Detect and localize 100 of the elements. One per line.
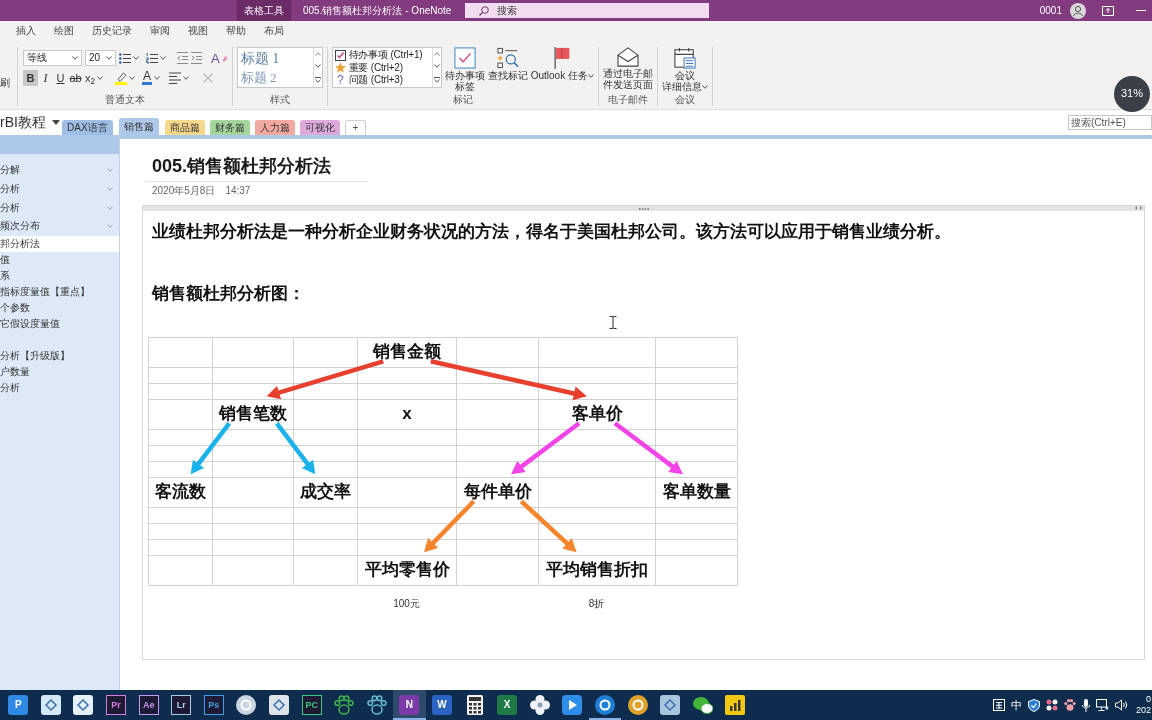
search-field[interactable]: 搜索 [465,3,710,18]
underline-button[interactable]: U [53,70,68,86]
monitor-icon[interactable] [1095,699,1109,711]
page-tab[interactable]: 系 [0,267,119,284]
font-select[interactable]: 等线 [23,50,82,66]
section-tab[interactable]: 财务篇 [209,120,250,135]
find-tags-button[interactable]: 查找标记 [487,47,528,93]
page-tab[interactable]: 分析 [0,379,119,396]
page-tab[interactable]: 指标度量值【重点】 [0,283,119,300]
shield-icon[interactable] [1027,698,1040,712]
add-section-tab[interactable]: + [344,120,367,135]
taskbar-button[interactable]: PC [295,690,328,720]
align-button[interactable] [169,70,190,86]
chevron-down-icon[interactable] [433,64,440,69]
ribbon-tab[interactable]: 布局 [263,21,285,43]
input-mode-label[interactable]: 中 [1010,699,1022,711]
tag-option[interactable]: ? 问题 (Ctrl+3) [334,74,430,86]
indent-icon[interactable] [191,52,202,64]
strikethrough-button[interactable]: ab [68,70,83,86]
page-tab[interactable]: 邦分析法 [0,235,119,252]
section-tab[interactable]: DAX语言 [62,120,113,135]
ribbon-tab[interactable]: 历史记录 [91,21,133,43]
email-page-button[interactable]: 通过电子邮 件发送页面 [602,47,653,93]
ribbon-tab[interactable]: 视图 [187,21,209,43]
taskbar-button[interactable]: Pr [99,690,133,720]
meeting-details-button[interactable]: 会议 详细信息 [661,47,708,93]
section-tab[interactable]: 人力篇 [254,120,295,135]
bullets-button[interactable] [119,50,139,66]
tag-option[interactable]: 待办事项 (Ctrl+1) [334,49,430,61]
ribbon-tab[interactable]: 帮助 [225,21,247,43]
double-arrow-icon[interactable] [1135,206,1142,210]
app-logo: W [432,695,452,715]
clock-time[interactable]: 0 [1146,694,1151,705]
section-tab[interactable]: 销售篇 [117,117,160,135]
taskbar-button[interactable]: Lr [164,690,198,720]
contextual-tab-label: 表格工具 [237,0,291,21]
window-title: 005.销售额杜邦分析法 - OneNote [303,4,452,17]
taskbar-button[interactable]: W [425,690,459,720]
taskbar-button[interactable]: N [393,690,426,720]
page-tab[interactable]: 分析 [0,198,119,218]
page-tab[interactable]: 分解 [0,161,119,180]
taskbar-button[interactable]: P [2,690,35,720]
bar-chevron-icon[interactable] [314,76,321,83]
table-cell: 客流数 [148,477,213,508]
note-text: 100元 [392,598,421,610]
drag-handle-icon[interactable] [638,207,649,210]
taskbar-button[interactable]: Ae [132,690,165,720]
page-title: 005.销售额杜邦分析法 [152,155,333,177]
ribbon-tab[interactable]: 绘图 [53,21,75,43]
dots-icon[interactable] [1045,699,1058,711]
notebook-dropdown[interactable]: rBI教程 [0,114,60,131]
avatar-icon[interactable] [1070,2,1086,19]
page-tab[interactable]: 值 [0,251,119,268]
page-tab[interactable]: 户数量 [0,363,119,380]
chevron-up-icon[interactable] [433,52,440,57]
page-tab[interactable]: 它假设度量值 [0,315,119,332]
table-cell: 平均销售折扣 [538,555,656,586]
box-arrow-icon[interactable] [1102,5,1114,16]
caret-icon [97,76,104,80]
note-text: 8折 [587,598,606,610]
paw-icon[interactable] [1063,699,1076,711]
section-tab[interactable]: 商品篇 [164,120,205,135]
font-color-button[interactable]: A [142,70,161,86]
page-tab[interactable]: 分析 [0,179,119,199]
taskbar-button[interactable]: X [490,690,524,720]
boxed-glyph-icon[interactable] [992,699,1005,711]
todo-tag-button[interactable]: 待办事项 标签 [444,47,485,93]
group-label: 普通文本 [104,93,147,106]
group-label: 样式 [268,93,291,106]
clipped-command-label[interactable]: 刷 [0,77,10,89]
table-cell: 平均零售价 [357,555,457,586]
tag-option[interactable]: 重要 (Ctrl+2) [334,61,430,74]
font-size-select[interactable]: 20 [85,50,116,66]
task-button[interactable]: Outlook 任务 [530,47,594,93]
search-field[interactable]: 搜索(Ctrl+E) [1068,115,1152,130]
bar-chevron-icon[interactable] [433,76,440,83]
page-time: 14:37 [225,185,251,197]
numbering-button[interactable] [146,50,166,66]
clear-formatting-button[interactable]: A [211,50,228,66]
highlight-button[interactable] [115,70,136,86]
speaker-icon[interactable] [1114,699,1128,711]
ribbon-tab[interactable]: 插入 [15,21,37,43]
taskbar-button[interactable]: Ps [197,690,231,720]
style-option[interactable]: 标题 1 [240,49,313,69]
ribbon-tab[interactable]: 审阅 [149,21,171,43]
italic-button[interactable]: I [38,70,53,86]
chevron-down-icon[interactable] [314,64,321,69]
bold-button[interactable]: B [23,70,38,86]
page-tab[interactable]: 个参数 [0,299,119,316]
subscript-button[interactable]: x$_{2}$ [83,70,106,86]
page-tab[interactable]: 分析【升级版】 [0,347,119,364]
chevron-up-icon[interactable] [314,52,321,57]
section-tab[interactable]: 可视化 [299,120,340,135]
align-icon [169,72,182,84]
microphone-icon[interactable] [1081,698,1090,712]
account-name[interactable]: 0001 [1039,4,1062,17]
clock-date[interactable]: 202 [1135,705,1151,716]
outdent-icon[interactable] [177,52,188,64]
caret-icon [106,56,112,60]
page-tab[interactable]: 频次分布 [0,217,119,236]
